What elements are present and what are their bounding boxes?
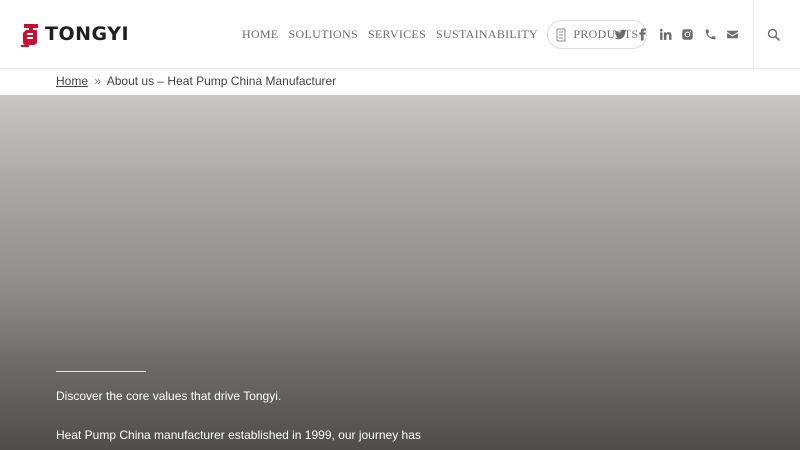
instagram-icon[interactable] <box>681 28 695 42</box>
logo[interactable]: TONGYI <box>20 20 129 48</box>
twitter-icon[interactable] <box>613 28 627 42</box>
breadcrumb-separator: » <box>94 74 102 88</box>
search-icon[interactable] <box>766 27 782 43</box>
hero-section: Discover the core values that drive Tong… <box>0 95 800 450</box>
main-nav: HOME SOLUTIONS SERVICES SUSTAINABILITY P… <box>242 0 647 69</box>
breadcrumb: Home » About us – Heat Pump China Manufa… <box>56 74 336 88</box>
social-links <box>613 0 748 69</box>
facebook-icon[interactable] <box>636 28 650 42</box>
nav-solutions[interactable]: SOLUTIONS <box>289 27 358 42</box>
hero-body-text: Heat Pump China manufacturer established… <box>56 428 421 442</box>
phone-icon[interactable] <box>703 28 717 42</box>
envelope-icon[interactable] <box>726 28 740 42</box>
site-header: TONGYI HOME SOLUTIONS SERVICES SUSTAINAB… <box>0 0 800 69</box>
tongyi-logo-mark <box>21 24 38 47</box>
linkedin-icon[interactable] <box>658 28 672 42</box>
breadcrumb-bar: Home » About us – Heat Pump China Manufa… <box>0 69 800 95</box>
nav-home[interactable]: HOME <box>242 27 279 42</box>
header-divider <box>753 0 754 69</box>
breadcrumb-current: About us – Heat Pump China Manufacturer <box>106 74 337 88</box>
breadcrumb-home-link[interactable]: Home <box>56 74 88 88</box>
product-icon <box>556 28 566 41</box>
hero-divider <box>56 371 146 372</box>
hero-subtitle: Discover the core values that drive Tong… <box>56 389 282 403</box>
brand-name: TONGYI <box>45 23 130 45</box>
nav-services[interactable]: SERVICES <box>368 27 426 42</box>
nav-sustainability[interactable]: SUSTAINABILITY <box>436 27 538 42</box>
